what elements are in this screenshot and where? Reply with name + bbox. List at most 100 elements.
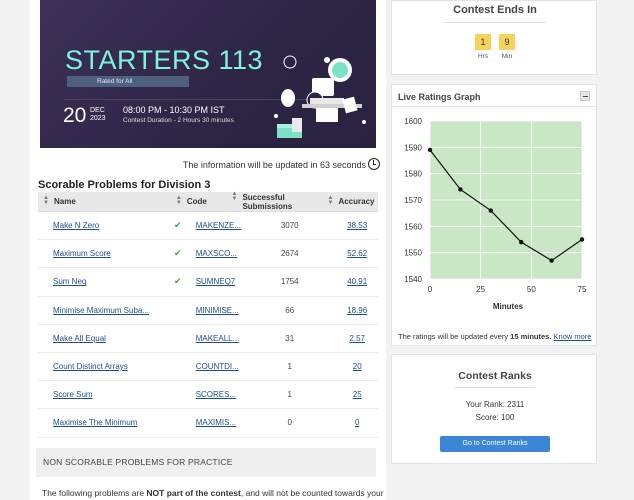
x-tick-label: 0 (428, 285, 433, 294)
section-title: Scorable Problems for Division 3 (38, 179, 211, 191)
header-name[interactable]: ▲ ▼ Name (38, 195, 171, 206)
update-note: The information will be updated in 63 se… (182, 160, 366, 170)
ratings-note: The ratings will be updated every 15 min… (398, 332, 592, 341)
table-header: ▲ ▼ Name ▲ ▼ Code ▲ ▼ Successful Submissions ▲… (38, 191, 378, 212)
problem-code-link[interactable]: MAKENZE... (182, 221, 261, 230)
data-point (458, 187, 463, 192)
x-tick-label: 25 (476, 285, 485, 294)
submissions-count: 1754 (280, 277, 299, 287)
data-point (519, 239, 524, 245)
y-tick-label: 1580 (404, 170, 422, 179)
sort-icon: ▲ ▼ (43, 195, 49, 206)
x-axis-label: Minutes (493, 302, 524, 311)
hours-label: Hrs (477, 53, 489, 60)
main-panel: STARTERS 113 Rated for All 20 DEC 2023 0… (30, 0, 386, 500)
x-tick-label: 50 (527, 285, 536, 294)
accuracy-link[interactable]: 25 (318, 390, 378, 399)
banner-month: DEC (90, 107, 105, 114)
submissions-count: 66 (285, 305, 295, 315)
table-body: Make N Zero ✔ MAKENZE... 3070 38.53 Maximum S… (38, 212, 378, 438)
header-code[interactable]: ▲ ▼ Code (171, 195, 227, 206)
table-row: Sum Neq ✔ SUMNEQ7 1754 40.91 (38, 268, 378, 297)
problem-code-link[interactable]: MAXIMIS... (182, 418, 261, 427)
problem-code-link[interactable]: SUMNEQ7 (182, 277, 261, 286)
banner-month-year: DEC 2023 (90, 107, 106, 123)
submissions-count: 2674 (280, 249, 299, 259)
submissions-count: 31 (285, 333, 295, 343)
problem-name-link[interactable]: Make All Equal (38, 334, 174, 343)
submissions-count: 1 (287, 362, 292, 372)
minutes-value: 9 (499, 34, 515, 50)
problem-name-link[interactable]: Maximise The Minimum (38, 418, 174, 427)
problem-code-link[interactable]: COUNTDI... (182, 362, 261, 371)
ratings-chart: 1540 1550 1560 1570 1580 1590 1600 0 25 50 75 Minut… (404, 117, 587, 311)
accuracy-link[interactable]: 0 (318, 418, 378, 427)
problem-name-link[interactable]: Make N Zero (38, 221, 174, 230)
problem-code-link[interactable]: SCORES... (182, 390, 261, 399)
contest-banner: STARTERS 113 Rated for All 20 DEC 2023 0… (40, 0, 376, 148)
data-point (488, 208, 493, 213)
footnote: The following problems are NOT part of t… (42, 488, 384, 498)
y-tick-label: 1550 (404, 249, 422, 258)
banner-time: 08:00 PM - 10:30 PM IST (123, 105, 225, 115)
accuracy-link[interactable]: 38.53 (318, 221, 378, 230)
accuracy-link[interactable]: 40.91 (318, 277, 378, 286)
check-icon: ✔ (173, 276, 182, 287)
problem-code-link[interactable]: MINIMISE... (182, 306, 261, 315)
problem-code-link[interactable]: MAXSCO... (182, 249, 261, 258)
problem-name-link[interactable]: Sum Neq (38, 277, 174, 286)
hours-value: 1 (475, 34, 491, 50)
coder-illustration (274, 55, 366, 138)
table-row: Maximise The Minimum MAXIMIS... 0 0 (38, 409, 378, 438)
data-point (579, 237, 585, 242)
problem-code-link[interactable]: MAKEALL... (182, 334, 261, 343)
problem-name-link[interactable]: Maximum Score (38, 249, 174, 258)
sort-icon: ▲ ▼ (175, 195, 182, 206)
know-more-link[interactable]: Know more (554, 332, 592, 341)
y-tick-label: 1560 (404, 222, 422, 231)
accuracy-link[interactable]: 18.96 (318, 306, 378, 315)
sort-icon: ▲ ▼ (327, 195, 334, 206)
score: Score: 100 (475, 413, 515, 422)
banner-title: STARTERS 113 (65, 45, 264, 75)
table-row: Count Distinct Arrays COUNTDI... 1 20 (38, 353, 378, 382)
table-row: Maximum Score ✔ MAXSCO... 2674 52.62 (38, 240, 378, 269)
table-row: Score Sum SCORES... 1 25 (38, 381, 378, 410)
y-tick-label: 1570 (404, 196, 422, 205)
contest-ends-title: Contest Ends In (444, 1, 546, 23)
ratings-graph-title: Live Ratings Graph (398, 92, 481, 102)
problem-name-link[interactable]: Count Distinct Arrays (38, 362, 174, 371)
submissions-count: 0 (287, 418, 292, 428)
y-tick-label: 1540 (404, 275, 422, 284)
accuracy-link[interactable]: 2.57 (318, 334, 378, 343)
rated-label: Rated for All (67, 76, 189, 87)
y-tick-label: 1590 (404, 143, 422, 152)
header-submissions[interactable]: ▲ ▼ Successful Submissions (226, 191, 322, 211)
x-tick-label: 75 (578, 285, 587, 294)
minutes-label: Min (501, 53, 513, 60)
contest-ends-card: Contest Ends In 1 9 Hrs Min (391, 0, 597, 75)
contest-ranks-card: Contest Ranks Your Rank: 2311 Score: 100… (391, 354, 597, 464)
table-row: Make N Zero ✔ MAKENZE... 3070 38.53 (38, 212, 378, 241)
table-row: Make All Equal MAKEALL... 31 2.57 (38, 325, 378, 353)
problems-table: ▲ ▼ Name ▲ ▼ Code ▲ ▼ Successful Submissions ▲… (38, 191, 378, 438)
check-icon: ✔ (173, 220, 182, 231)
header-accuracy[interactable]: ▲ ▼ Accuracy (322, 195, 378, 206)
accuracy-link[interactable]: 52.62 (318, 249, 378, 258)
live-ratings-card: Live Ratings Graph 1540 1550 1560 1570 1580 1… (391, 84, 598, 346)
banner-duration: Contest Duration - 2 Hours 30 minutes (123, 117, 234, 124)
problem-name-link[interactable]: Minimise Maximum Suba... (38, 306, 174, 315)
y-tick-label: 1600 (404, 117, 422, 126)
accuracy-link[interactable]: 20 (318, 362, 378, 371)
submissions-count: 1 (287, 390, 292, 400)
table-row: Minimise Maximum Suba... MINIMISE... 66 18.… (38, 297, 378, 325)
collapse-icon[interactable] (580, 91, 590, 101)
banner-day: 20 (63, 104, 87, 127)
data-point (549, 258, 554, 263)
clock-icon (368, 158, 380, 170)
data-point (427, 147, 433, 153)
go-to-ranks-button[interactable]: Go to Contest Ranks (440, 436, 550, 452)
problem-name-link[interactable]: Score Sum (38, 390, 174, 399)
submissions-count: 3070 (280, 221, 299, 231)
non-scorable-header: NON SCORABLE PROBLEMS FOR PRACTICE (36, 448, 376, 477)
